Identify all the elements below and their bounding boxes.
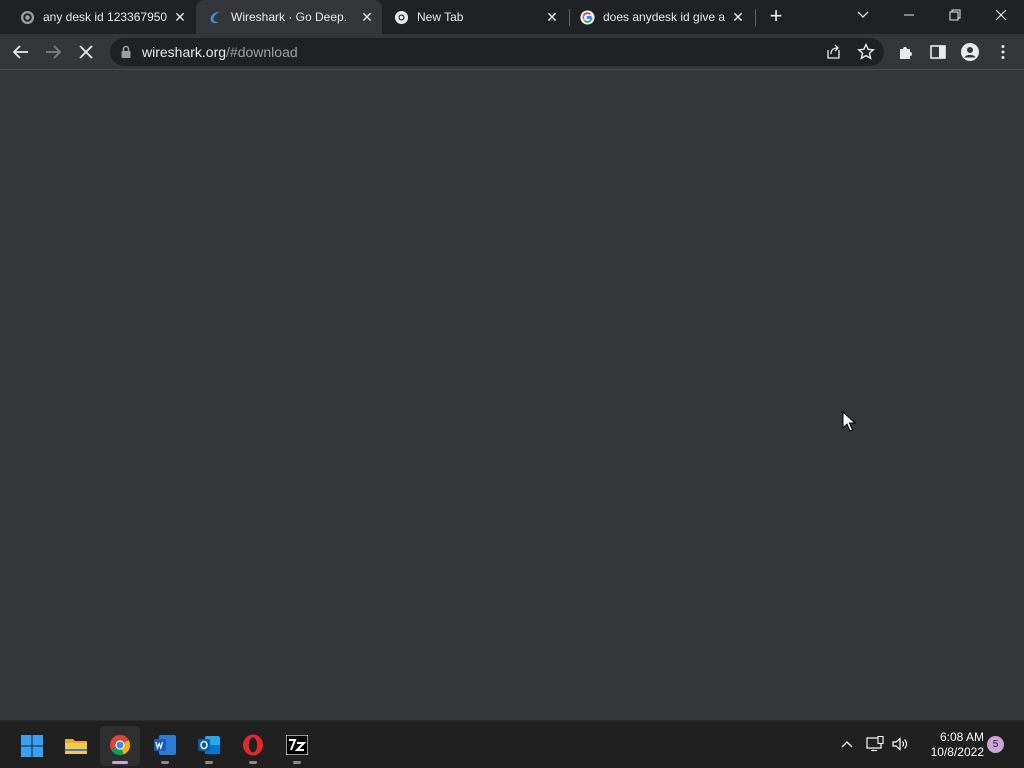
7zip-taskbar-button[interactable] [277,726,317,766]
stop-loading-icon[interactable] [77,43,95,61]
running-app-indicator [161,761,169,764]
minimize-icon[interactable] [901,7,917,23]
tab-wireshark[interactable]: Wireshark · Go Deep. ✕ [196,0,382,34]
start-button[interactable] [12,726,52,766]
running-app-indicator [205,761,213,764]
close-tab-icon[interactable]: ✕ [172,9,188,25]
tab-title: does anydesk id give a [603,10,725,24]
close-tab-icon[interactable]: ✕ [544,9,560,25]
address-bar[interactable]: wireshark.org/#download [110,38,884,66]
volume-icon[interactable] [891,736,909,752]
tab-title: any desk id 123367950 [43,10,168,24]
clock-date: 10/8/2022 [930,745,984,759]
new-tab-button[interactable]: + [765,5,787,28]
tab-google-search[interactable]: does anydesk id give a ✕ [568,0,754,34]
word-icon [154,735,176,755]
restore-icon[interactable] [947,7,963,23]
active-app-indicator [112,761,128,764]
outlook-taskbar-button[interactable] [189,726,229,766]
opera-icon [243,734,263,756]
forward-icon[interactable] [44,43,62,61]
tab-title: Wireshark · Go Deep. [231,10,348,24]
close-tab-icon[interactable]: ✕ [359,9,375,25]
google-favicon-icon [580,10,595,25]
network-icon[interactable] [866,736,884,752]
mouse-cursor-icon [842,411,856,432]
notification-badge[interactable]: 5 [987,736,1004,753]
show-hidden-icons-chevron-icon[interactable] [840,737,854,751]
tab-strip: any desk id 123367950 ✕ Wireshark · Go D… [0,0,1024,34]
7zip-icon [286,735,308,755]
close-window-icon[interactable] [993,7,1009,23]
tab-new-tab[interactable]: New Tab ✕ [382,0,568,34]
windows-logo-icon [21,735,43,757]
share-icon[interactable] [824,42,844,62]
url-text[interactable]: wireshark.org/#download [142,45,298,60]
taskbar: 6:08 AM 10/8/2022 [0,720,1024,768]
folder-icon [65,739,87,754]
opera-taskbar-button[interactable] [233,726,273,766]
chrome-favicon-icon [394,10,409,25]
more-menu-icon[interactable] [994,43,1012,61]
side-panel-icon[interactable] [929,43,947,61]
url-host: wireshark.org [142,44,227,60]
outlook-icon [198,736,220,754]
file-explorer-button[interactable] [56,726,96,766]
chrome-taskbar-button[interactable] [100,726,140,766]
word-taskbar-button[interactable] [145,726,185,766]
running-app-indicator [293,761,301,764]
clock-time: 6:08 AM [939,730,984,744]
clock[interactable]: 6:08 AM 10/8/2022 [914,730,984,760]
wireshark-favicon-icon [210,11,221,24]
url-path: /#download [226,44,298,60]
page-content[interactable] [0,71,1024,720]
running-app-indicator [249,761,257,764]
lock-icon[interactable] [120,45,132,59]
tab-search-chevron-icon[interactable] [855,9,871,21]
browser-toolbar: wireshark.org/#download [0,34,1024,70]
tab-title: New Tab [417,10,464,24]
anydesk-favicon-icon [20,10,35,25]
profile-avatar-icon[interactable] [960,42,980,62]
bookmark-star-icon[interactable] [856,42,876,62]
chrome-icon [109,734,131,756]
tab-separator [755,9,756,26]
back-icon[interactable] [12,43,30,61]
close-tab-icon[interactable]: ✕ [730,9,746,25]
tab-anydesk[interactable]: any desk id 123367950 ✕ [8,0,194,34]
extensions-puzzle-icon[interactable] [897,43,915,61]
